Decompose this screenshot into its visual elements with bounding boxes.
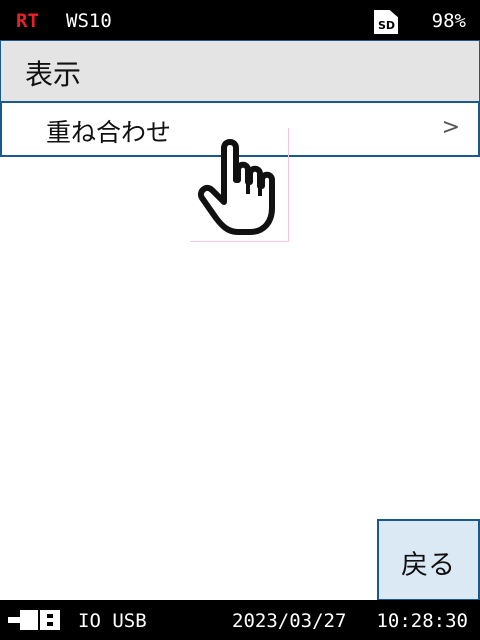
chevron-right-icon: > [441,115,460,140]
menu-item-label: 重ね合わせ [46,118,172,147]
back-button-label: 戻る [401,550,455,581]
mode-indicator: RT [16,10,39,32]
channel-label: WS10 [66,10,112,32]
page-title: 表示 [25,58,82,91]
date-display: 2023/03/27 [232,610,347,632]
usb-connector-icon [8,610,60,630]
top-status-bar: RT WS10 SD 98% [0,0,480,40]
battery-level: 98% [431,10,466,32]
time-display: 10:28:30 [376,610,468,632]
touch-guide-box [190,128,289,242]
sd-card-icon: SD [374,10,398,34]
back-button[interactable]: 戻る [377,519,480,601]
io-usb-label: IO USB [78,610,147,632]
sd-card-label: SD [378,19,396,32]
pointing-hand-icon [190,128,290,243]
bottom-status-bar: IO USB 2023/03/27 10:28:30 [0,600,480,640]
device-screen: RT WS10 SD 98% 表示 重ね合わせ > 戻る IO USB 2023… [0,0,480,640]
page-header: 表示 [0,40,480,101]
